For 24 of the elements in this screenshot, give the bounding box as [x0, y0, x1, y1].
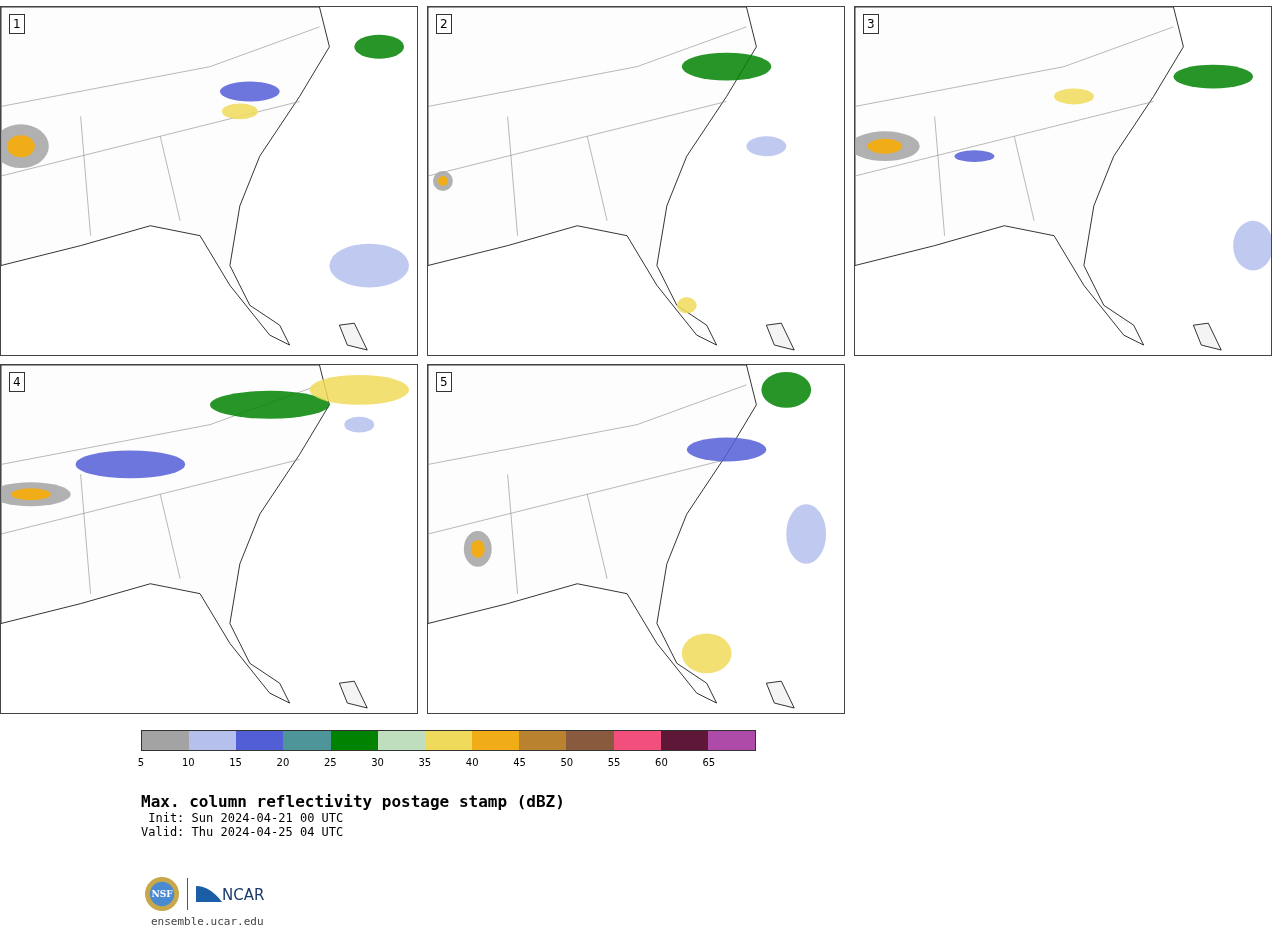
tick-label: 60	[655, 756, 668, 770]
website-link[interactable]: ensemble.ucar.edu	[151, 915, 1280, 928]
chart-title: Max. column reflectivity postage stamp (dBZ)	[141, 793, 566, 811]
panel-label: 3	[863, 14, 879, 34]
tick-label: 65	[702, 756, 716, 770]
tick-label: 20	[276, 756, 290, 770]
tick-label: 30	[371, 756, 384, 770]
tick-label: 35	[418, 756, 432, 770]
init-time: Init: Sun 2024-04-21 00 UTC	[147, 811, 345, 825]
ncar-logo: NCAR	[196, 884, 265, 904]
panel-label: 2	[436, 14, 452, 34]
panel-label: 4	[9, 372, 25, 392]
tick-label: 55	[607, 756, 621, 770]
nsf-logo: NSF	[145, 877, 179, 911]
tick-label: 40	[465, 756, 479, 770]
valid-time: Valid: Thu 2024-04-25 04 UTC	[141, 825, 345, 839]
tick-label: 15	[229, 756, 242, 770]
tick-label: 25	[323, 756, 337, 770]
tick-label: 50	[560, 756, 574, 770]
tick-label: 10	[181, 756, 195, 770]
panel-label: 1	[9, 14, 25, 34]
tick-label: 5	[137, 756, 145, 770]
tick-label: 45	[513, 756, 526, 770]
panel-label: 5	[436, 372, 452, 392]
